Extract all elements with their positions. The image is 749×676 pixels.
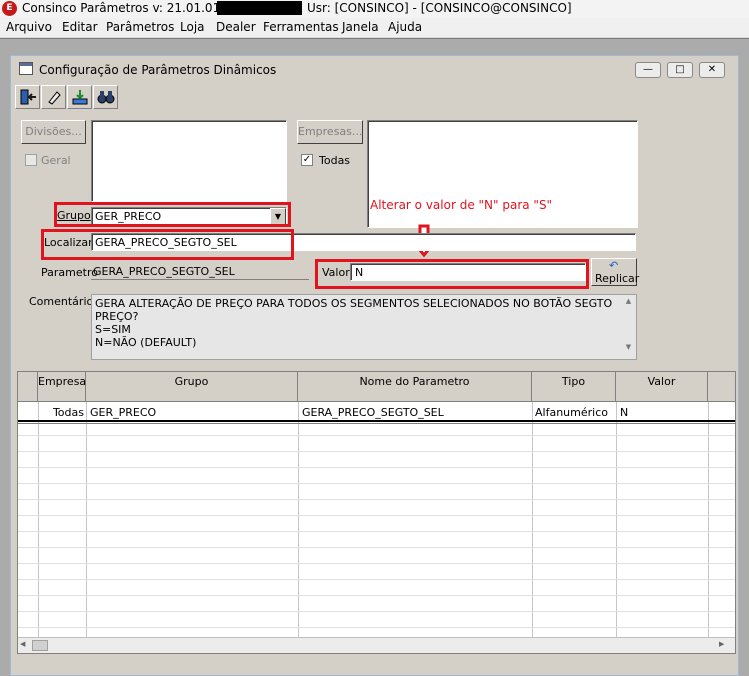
comentarios-line: N=NÃO (DEFAULT) [95, 336, 197, 349]
column-header-tipo[interactable]: Tipo [532, 372, 616, 402]
grid-line [18, 547, 735, 548]
menu-editar[interactable]: Editar [62, 20, 98, 34]
menu-loja[interactable]: Loja [180, 20, 205, 34]
grid-line [86, 402, 87, 653]
menu-arquivo[interactable]: Arquivo [6, 20, 52, 34]
menu-parametros[interactable]: Parâmetros [106, 20, 174, 34]
parametro-field: GERA_PRECO_SEGTO_SEL [91, 262, 309, 280]
menu-ajuda[interactable]: Ajuda [388, 20, 422, 34]
grid-line [18, 579, 735, 580]
grid-line [18, 435, 735, 436]
app-title: Consinco Parâmetros v: 21.01.010 [22, 1, 228, 15]
eraser-icon[interactable] [41, 85, 66, 109]
grid-line [18, 595, 735, 596]
grupo-highlight [54, 202, 291, 227]
grid-line [18, 467, 735, 468]
column-header-empresa[interactable]: Empresa [38, 372, 86, 402]
comentarios-textarea[interactable]: GERA ALTERAÇÃO DE PREÇO PARA TODOS OS SE… [91, 294, 637, 360]
grid-line [18, 451, 735, 452]
comentarios-line: GERA ALTERAÇÃO DE PREÇO PARA TODOS OS SE… [95, 297, 613, 310]
menu-dealer[interactable]: Dealer [216, 20, 256, 34]
row-header-corner [18, 372, 38, 402]
grid-line [18, 627, 735, 628]
todas-label: Todas [319, 154, 351, 167]
comentarios-line: PREÇO? [95, 310, 139, 323]
restore-button[interactable]: □ [667, 62, 693, 78]
cell-valor: N [620, 406, 629, 419]
table-row[interactable]: Todas GER_PRECO GERA_PRECO_SEGTO_SEL Alf… [18, 403, 735, 420]
replicar-label: Replicar [595, 272, 640, 285]
grid-line [18, 483, 735, 484]
minimize-button[interactable]: — [635, 62, 661, 78]
comentarios-label: Comentários [29, 295, 99, 308]
localizar-highlight [41, 229, 294, 260]
scroll-left-icon[interactable]: ◀ [20, 640, 32, 651]
divisoes-list[interactable] [91, 120, 287, 202]
grid-line [18, 611, 735, 612]
config-window: Configuração de Parâmetros Dinâmicos — □… [10, 55, 739, 676]
cell-nome: GERA_PRECO_SEGTO_SEL [302, 406, 444, 419]
column-header-filler [708, 372, 735, 402]
grid-line [298, 402, 299, 653]
menu-ferramentas[interactable]: Ferramentas [263, 20, 339, 34]
menu-bar: Arquivo Editar Parâmetros Loja Dealer Fe… [0, 18, 749, 38]
comentarios-line: S=SIM [95, 323, 131, 336]
undo-arrow-icon: ↶ [609, 259, 619, 272]
current-row-marker [18, 420, 735, 424]
valor-highlight [315, 259, 589, 289]
grid-line [616, 402, 617, 653]
scroll-up-icon[interactable]: ▲ [621, 297, 636, 305]
parametro-value: GERA_PRECO_SEGTO_SEL [93, 265, 235, 278]
horizontal-scrollbar[interactable]: ◀ ▶ [18, 637, 735, 653]
app-user: Usr: [CONSINCO] - [CONSINCO@CONSINCO] [307, 1, 572, 15]
comentarios-scrollbar[interactable]: ▲ ▼ [621, 295, 636, 359]
scroll-thumb[interactable] [32, 640, 48, 651]
grid-line [708, 402, 709, 653]
empresas-button[interactable]: Empresas... [297, 120, 363, 144]
column-header-grupo[interactable]: Grupo [86, 372, 298, 402]
scroll-down-icon[interactable]: ▼ [621, 343, 636, 351]
cell-grupo: GER_PRECO [90, 406, 157, 419]
close-button[interactable]: ✕ [699, 62, 725, 78]
divisoes-button[interactable]: Divisões... [21, 120, 86, 144]
column-header-nome[interactable]: Nome do Parametro [298, 372, 532, 402]
window-title-bar: Configuração de Parâmetros Dinâmicos — □… [11, 56, 738, 82]
redacted-block [217, 1, 302, 15]
app-logo-icon: E [2, 1, 17, 16]
grid-line [18, 563, 735, 564]
todas-checkbox[interactable]: ✓ [301, 154, 313, 166]
app-title-bar: E Consinco Parâmetros v: 21.01.010 Usr: … [0, 0, 749, 18]
comentarios-text: GERA ALTERAÇÃO DE PREÇO PARA TODOS OS SE… [95, 297, 612, 349]
menu-janela[interactable]: Janela [342, 20, 379, 34]
grid-line [18, 515, 735, 516]
window-table-icon [19, 62, 33, 75]
geral-checkbox[interactable] [25, 154, 37, 166]
grid-line [38, 402, 39, 653]
toolbar [15, 83, 135, 111]
replicar-button[interactable]: ↶ Replicar [591, 258, 640, 286]
annotation-text: Alterar o valor de "N" para "S" [370, 198, 553, 212]
column-header-valor[interactable]: Valor [616, 372, 708, 402]
window-title: Configuração de Parâmetros Dinâmicos [39, 63, 277, 77]
grid-line [18, 499, 735, 500]
binoculars-icon[interactable] [93, 85, 118, 109]
save-tray-icon[interactable] [67, 85, 92, 109]
geral-label: Geral [41, 154, 71, 167]
parameters-table: Empresa Grupo Nome do Parametro Tipo Val… [17, 371, 736, 654]
exit-door-icon[interactable] [15, 85, 40, 109]
grid-line [532, 402, 533, 653]
scroll-right-icon[interactable]: ▶ [719, 640, 731, 651]
cell-empresa: Todas [52, 406, 84, 419]
cell-tipo: Alfanumérico [535, 406, 608, 419]
grid-line [18, 531, 735, 532]
parametro-label: Parametro [41, 266, 98, 279]
